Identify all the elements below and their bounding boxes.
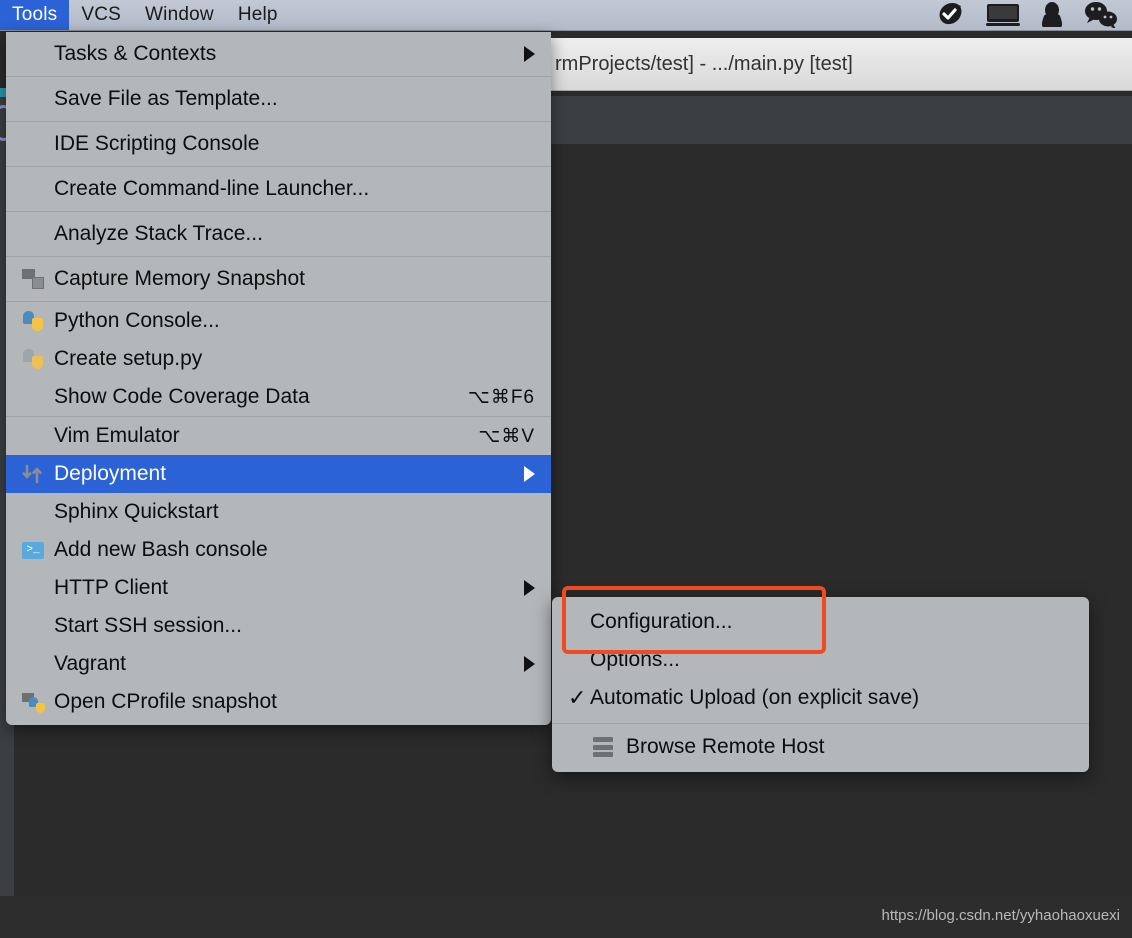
- check-placeholder: ✓: [568, 734, 590, 760]
- menu-item-open-cprofile-snapshot[interactable]: Open CProfile snapshot: [6, 683, 551, 721]
- menu-item-sphinx-quickstart[interactable]: Sphinx Quickstart: [6, 493, 551, 531]
- server-stack-icon: [590, 736, 616, 758]
- menu-item-http-client[interactable]: HTTP Client: [6, 569, 551, 607]
- menubar-item-tools[interactable]: Tools: [0, 0, 70, 30]
- menu-item-label: Open CProfile snapshot: [54, 690, 277, 713]
- submenu-arrow-icon: [524, 466, 535, 482]
- menu-item-add-new-bash-console[interactable]: >_ Add new Bash console: [6, 531, 551, 569]
- display-monitor-icon[interactable]: [986, 3, 1020, 27]
- submenu-item-label: Automatic Upload (on explicit save): [590, 686, 920, 709]
- menu-item-icon-placeholder: [20, 425, 46, 447]
- menu-item-label: Sphinx Quickstart: [54, 500, 219, 523]
- menu-item-icon-placeholder: [20, 43, 46, 65]
- menu-item-icon-placeholder: [20, 88, 46, 110]
- menu-item-ide-scripting-console[interactable]: IDE Scripting Console: [6, 122, 551, 167]
- tools-dropdown-menu: Tasks & Contexts Save File as Template..…: [6, 32, 551, 725]
- check-mark-icon: ✓: [568, 609, 590, 635]
- menu-item-label: Vagrant: [54, 652, 126, 675]
- menu-item-create-command-line-launcher[interactable]: Create Command-line Launcher...: [6, 167, 551, 212]
- menu-item-analyze-stack-trace[interactable]: Analyze Stack Trace...: [6, 212, 551, 257]
- mac-menu-bar: Tools VCS Window Help: [0, 0, 1132, 31]
- menu-item-capture-memory-snapshot[interactable]: Capture Memory Snapshot: [6, 257, 551, 302]
- submenu-item-label: Browse Remote Host: [626, 735, 825, 758]
- menu-item-icon-placeholder: [20, 133, 46, 155]
- check-mark-icon: ✓: [568, 685, 587, 710]
- menu-item-vagrant[interactable]: Vagrant: [6, 645, 551, 683]
- menu-item-label: Show Code Coverage Data: [54, 385, 310, 408]
- menu-item-shortcut: ⌥⌘V: [478, 425, 535, 447]
- submenu-arrow-icon: [524, 46, 535, 62]
- menubar-item-label: Window: [145, 4, 214, 25]
- submenu-item-label: Options...: [590, 648, 680, 671]
- menu-item-label: Analyze Stack Trace...: [54, 222, 263, 245]
- menu-item-icon-placeholder: [20, 653, 46, 675]
- menubar-item-window[interactable]: Window: [133, 0, 226, 30]
- submenu-item-options[interactable]: ✓ Options...: [552, 641, 1089, 679]
- menu-item-label: Start SSH session...: [54, 614, 242, 637]
- menu-item-label: Capture Memory Snapshot: [54, 267, 305, 290]
- menu-item-tasks-and-contexts[interactable]: Tasks & Contexts: [6, 32, 551, 77]
- menubar-item-help[interactable]: Help: [226, 0, 290, 30]
- menu-item-icon-placeholder: [20, 501, 46, 523]
- menubar-item-vcs[interactable]: VCS: [69, 0, 133, 30]
- menu-item-label: Create setup.py: [54, 347, 203, 370]
- menu-item-icon-placeholder: [20, 223, 46, 245]
- menu-item-vim-emulator[interactable]: Vim Emulator ⌥⌘V: [6, 417, 551, 455]
- terminal-icon: >_: [20, 539, 46, 561]
- cprofile-python-icon: [20, 691, 46, 713]
- python-icon: [20, 310, 46, 332]
- submenu-item-browse-remote-host[interactable]: ✓ Browse Remote Host: [552, 728, 1089, 766]
- menubar-status-area: [936, 0, 1132, 30]
- watermark-text: https://blog.csdn.net/yyhaohaoxuexi: [881, 907, 1121, 924]
- submenu-arrow-icon: [524, 656, 535, 672]
- menu-item-python-console[interactable]: Python Console...: [6, 302, 551, 340]
- deployment-submenu: ✓ Configuration... ✓ Options... ✓ Automa…: [552, 597, 1089, 772]
- memory-chip-save-icon: [20, 268, 46, 290]
- menu-item-label: Deployment: [54, 462, 167, 485]
- menu-item-label: Add new Bash console: [54, 538, 268, 561]
- menu-item-icon-placeholder: [20, 386, 46, 408]
- menu-item-label: Create Command-line Launcher...: [54, 177, 370, 200]
- menu-item-label: Tasks & Contexts: [54, 42, 217, 65]
- menu-item-shortcut: ⌥⌘F6: [467, 386, 535, 408]
- menu-item-label: Save File as Template...: [54, 87, 278, 110]
- python-file-icon: [20, 348, 46, 370]
- menu-item-label: Vim Emulator: [54, 424, 180, 447]
- menu-item-icon-placeholder: [20, 178, 46, 200]
- deploy-arrows-icon: [20, 463, 46, 485]
- submenu-arrow-icon: [524, 580, 535, 596]
- menu-item-show-code-coverage-data[interactable]: Show Code Coverage Data ⌥⌘F6: [6, 378, 551, 417]
- submenu-item-label: Configuration...: [590, 610, 733, 633]
- window-title: rmProjects/test] - .../main.py [test]: [555, 52, 853, 75]
- menubar-item-label: VCS: [81, 4, 122, 25]
- menu-item-start-ssh-session[interactable]: Start SSH session...: [6, 607, 551, 645]
- menu-item-icon-placeholder: [20, 615, 46, 637]
- submenu-item-automatic-upload[interactable]: ✓ Automatic Upload (on explicit save): [552, 679, 1089, 717]
- menu-item-label: IDE Scripting Console: [54, 132, 260, 155]
- menu-item-create-setup-py[interactable]: Create setup.py: [6, 340, 551, 378]
- menu-item-icon-placeholder: [20, 577, 46, 599]
- menu-item-label: Python Console...: [54, 309, 220, 332]
- qq-penguin-icon[interactable]: [1040, 2, 1064, 28]
- menubar-item-label: Help: [237, 4, 278, 25]
- submenu-item-configuration[interactable]: ✓ Configuration...: [552, 603, 1089, 641]
- wechat-icon[interactable]: [1084, 2, 1118, 28]
- ide-title-bar: rmProjects/test] - .../main.py [test]: [551, 38, 1132, 91]
- menubar-item-label: Tools: [12, 4, 58, 25]
- check-mark-icon: ✓: [568, 647, 590, 673]
- menu-item-deployment[interactable]: Deployment: [6, 455, 551, 493]
- submenu-divider: [552, 723, 1089, 724]
- menu-item-save-file-as-template[interactable]: Save File as Template...: [6, 77, 551, 122]
- menubar-spacer: [290, 0, 936, 30]
- checkmark-badge-icon[interactable]: [936, 2, 966, 28]
- menu-item-label: HTTP Client: [54, 576, 168, 599]
